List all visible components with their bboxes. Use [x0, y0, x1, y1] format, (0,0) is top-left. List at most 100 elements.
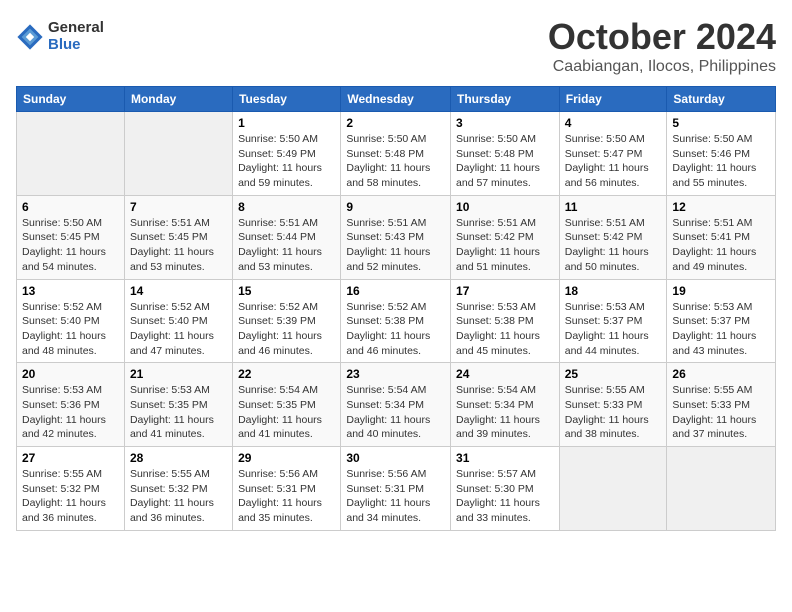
day-number: 4	[565, 116, 662, 130]
calendar-cell: 3Sunrise: 5:50 AMSunset: 5:48 PMDaylight…	[451, 112, 560, 196]
day-number: 14	[130, 284, 227, 298]
day-number: 26	[672, 367, 770, 381]
title-area: October 2024 Caabiangan, Ilocos, Philipp…	[548, 16, 776, 76]
day-number: 19	[672, 284, 770, 298]
header: General Blue October 2024 Caabiangan, Il…	[16, 16, 776, 76]
calendar-cell: 25 Sunrise: 5:55 AMSunset: 5:33 PMDayligh…	[559, 363, 667, 447]
calendar-cell: 12 Sunrise: 5:51 AMSunset: 5:41 PMDayligh…	[667, 195, 776, 279]
calendar-cell: 27 Sunrise: 5:55 AMSunset: 5:32 PMDayligh…	[17, 447, 125, 531]
calendar-cell: 7Sunrise: 5:51 AMSunset: 5:45 PMDaylight…	[124, 195, 232, 279]
calendar-cell: 6 Sunrise: 5:50 AMSunset: 5:45 PMDaylight…	[17, 195, 125, 279]
calendar-cell: 13 Sunrise: 5:52 AMSunset: 5:40 PMDayligh…	[17, 279, 125, 363]
calendar-cell: 5Sunrise: 5:50 AMSunset: 5:46 PMDaylight…	[667, 112, 776, 196]
calendar: SundayMondayTuesdayWednesdayThursdayFrid…	[16, 86, 776, 531]
day-info: Sunrise: 5:57 AMSunset: 5:30 PMDaylight:…	[456, 467, 554, 526]
calendar-week-5: 27 Sunrise: 5:55 AMSunset: 5:32 PMDayligh…	[17, 447, 776, 531]
calendar-cell: 8 Sunrise: 5:51 AMSunset: 5:44 PMDaylight…	[233, 195, 341, 279]
calendar-cell: 21Sunrise: 5:53 AMSunset: 5:35 PMDayligh…	[124, 363, 232, 447]
day-info: Sunrise: 5:50 AMSunset: 5:49 PMDaylight:…	[238, 132, 335, 191]
day-number: 2	[346, 116, 445, 130]
day-number: 21	[130, 367, 227, 381]
calendar-cell: 4 Sunrise: 5:50 AMSunset: 5:47 PMDaylight…	[559, 112, 667, 196]
day-info: Sunrise: 5:54 AMSunset: 5:34 PMDaylight:…	[346, 383, 445, 442]
day-number: 13	[22, 284, 119, 298]
calendar-cell: 16 Sunrise: 5:52 AMSunset: 5:38 PMDayligh…	[341, 279, 451, 363]
day-number: 11	[565, 200, 662, 214]
day-info: Sunrise: 5:56 AMSunset: 5:31 PMDaylight:…	[238, 467, 335, 526]
day-info: Sunrise: 5:55 AMSunset: 5:32 PMDaylight:…	[130, 467, 227, 526]
day-number: 30	[346, 451, 445, 465]
calendar-cell: 22 Sunrise: 5:54 AMSunset: 5:35 PMDayligh…	[233, 363, 341, 447]
day-number: 9	[346, 200, 445, 214]
day-number: 28	[130, 451, 227, 465]
day-number: 6	[22, 200, 119, 214]
calendar-week-2: 6 Sunrise: 5:50 AMSunset: 5:45 PMDaylight…	[17, 195, 776, 279]
day-number: 31	[456, 451, 554, 465]
day-info: Sunrise: 5:53 AMSunset: 5:37 PMDaylight:…	[672, 300, 770, 359]
day-number: 24	[456, 367, 554, 381]
calendar-cell: 2 Sunrise: 5:50 AMSunset: 5:48 PMDaylight…	[341, 112, 451, 196]
day-info: Sunrise: 5:50 AMSunset: 5:48 PMDaylight:…	[346, 132, 445, 191]
calendar-cell: 31 Sunrise: 5:57 AMSunset: 5:30 PMDayligh…	[451, 447, 560, 531]
calendar-cell	[124, 112, 232, 196]
logo: General Blue	[16, 20, 104, 53]
logo-icon	[16, 23, 44, 51]
calendar-cell: 24 Sunrise: 5:54 AMSunset: 5:34 PMDayligh…	[451, 363, 560, 447]
calendar-cell: 23 Sunrise: 5:54 AMSunset: 5:34 PMDayligh…	[341, 363, 451, 447]
calendar-cell: 14Sunrise: 5:52 AMSunset: 5:40 PMDayligh…	[124, 279, 232, 363]
calendar-cell	[559, 447, 667, 531]
header-thursday: Thursday	[451, 87, 560, 112]
day-info: Sunrise: 5:55 AMSunset: 5:33 PMDaylight:…	[565, 383, 662, 442]
header-tuesday: Tuesday	[233, 87, 341, 112]
calendar-week-1: 1 Sunrise: 5:50 AMSunset: 5:49 PMDaylight…	[17, 112, 776, 196]
calendar-cell	[17, 112, 125, 196]
day-info: Sunrise: 5:53 AMSunset: 5:38 PMDaylight:…	[456, 300, 554, 359]
day-info: Sunrise: 5:51 AMSunset: 5:42 PMDaylight:…	[565, 216, 662, 275]
day-number: 25	[565, 367, 662, 381]
calendar-cell: 1 Sunrise: 5:50 AMSunset: 5:49 PMDaylight…	[233, 112, 341, 196]
calendar-cell: 9 Sunrise: 5:51 AMSunset: 5:43 PMDaylight…	[341, 195, 451, 279]
calendar-cell: 26 Sunrise: 5:55 AMSunset: 5:33 PMDayligh…	[667, 363, 776, 447]
day-info: Sunrise: 5:51 AMSunset: 5:41 PMDaylight:…	[672, 216, 770, 275]
day-info: Sunrise: 5:50 AMSunset: 5:47 PMDaylight:…	[565, 132, 662, 191]
calendar-cell: 20Sunrise: 5:53 AMSunset: 5:36 PMDayligh…	[17, 363, 125, 447]
header-monday: Monday	[124, 87, 232, 112]
day-info: Sunrise: 5:55 AMSunset: 5:32 PMDaylight:…	[22, 467, 119, 526]
month-title: October 2024	[548, 16, 776, 58]
day-number: 8	[238, 200, 335, 214]
day-number: 12	[672, 200, 770, 214]
calendar-cell: 19 Sunrise: 5:53 AMSunset: 5:37 PMDayligh…	[667, 279, 776, 363]
calendar-cell	[667, 447, 776, 531]
day-number: 22	[238, 367, 335, 381]
calendar-cell: 15Sunrise: 5:52 AMSunset: 5:39 PMDayligh…	[233, 279, 341, 363]
day-info: Sunrise: 5:52 AMSunset: 5:38 PMDaylight:…	[346, 300, 445, 359]
day-info: Sunrise: 5:52 AMSunset: 5:39 PMDaylight:…	[238, 300, 335, 359]
calendar-cell: 11 Sunrise: 5:51 AMSunset: 5:42 PMDayligh…	[559, 195, 667, 279]
calendar-week-4: 20Sunrise: 5:53 AMSunset: 5:36 PMDayligh…	[17, 363, 776, 447]
logo-blue: Blue	[48, 37, 104, 54]
day-info: Sunrise: 5:50 AMSunset: 5:45 PMDaylight:…	[22, 216, 119, 275]
day-number: 16	[346, 284, 445, 298]
logo-text: General Blue	[48, 20, 104, 53]
calendar-cell: 28 Sunrise: 5:55 AMSunset: 5:32 PMDayligh…	[124, 447, 232, 531]
day-number: 7	[130, 200, 227, 214]
calendar-header-row: SundayMondayTuesdayWednesdayThursdayFrid…	[17, 87, 776, 112]
calendar-cell: 18Sunrise: 5:53 AMSunset: 5:37 PMDayligh…	[559, 279, 667, 363]
day-info: Sunrise: 5:52 AMSunset: 5:40 PMDaylight:…	[22, 300, 119, 359]
day-info: Sunrise: 5:54 AMSunset: 5:35 PMDaylight:…	[238, 383, 335, 442]
header-wednesday: Wednesday	[341, 87, 451, 112]
day-number: 17	[456, 284, 554, 298]
day-info: Sunrise: 5:51 AMSunset: 5:43 PMDaylight:…	[346, 216, 445, 275]
calendar-cell: 10Sunrise: 5:51 AMSunset: 5:42 PMDayligh…	[451, 195, 560, 279]
day-info: Sunrise: 5:51 AMSunset: 5:44 PMDaylight:…	[238, 216, 335, 275]
day-number: 1	[238, 116, 335, 130]
header-sunday: Sunday	[17, 87, 125, 112]
day-info: Sunrise: 5:53 AMSunset: 5:36 PMDaylight:…	[22, 383, 119, 442]
day-number: 23	[346, 367, 445, 381]
day-number: 5	[672, 116, 770, 130]
header-saturday: Saturday	[667, 87, 776, 112]
day-info: Sunrise: 5:55 AMSunset: 5:33 PMDaylight:…	[672, 383, 770, 442]
day-number: 10	[456, 200, 554, 214]
day-info: Sunrise: 5:54 AMSunset: 5:34 PMDaylight:…	[456, 383, 554, 442]
day-number: 27	[22, 451, 119, 465]
